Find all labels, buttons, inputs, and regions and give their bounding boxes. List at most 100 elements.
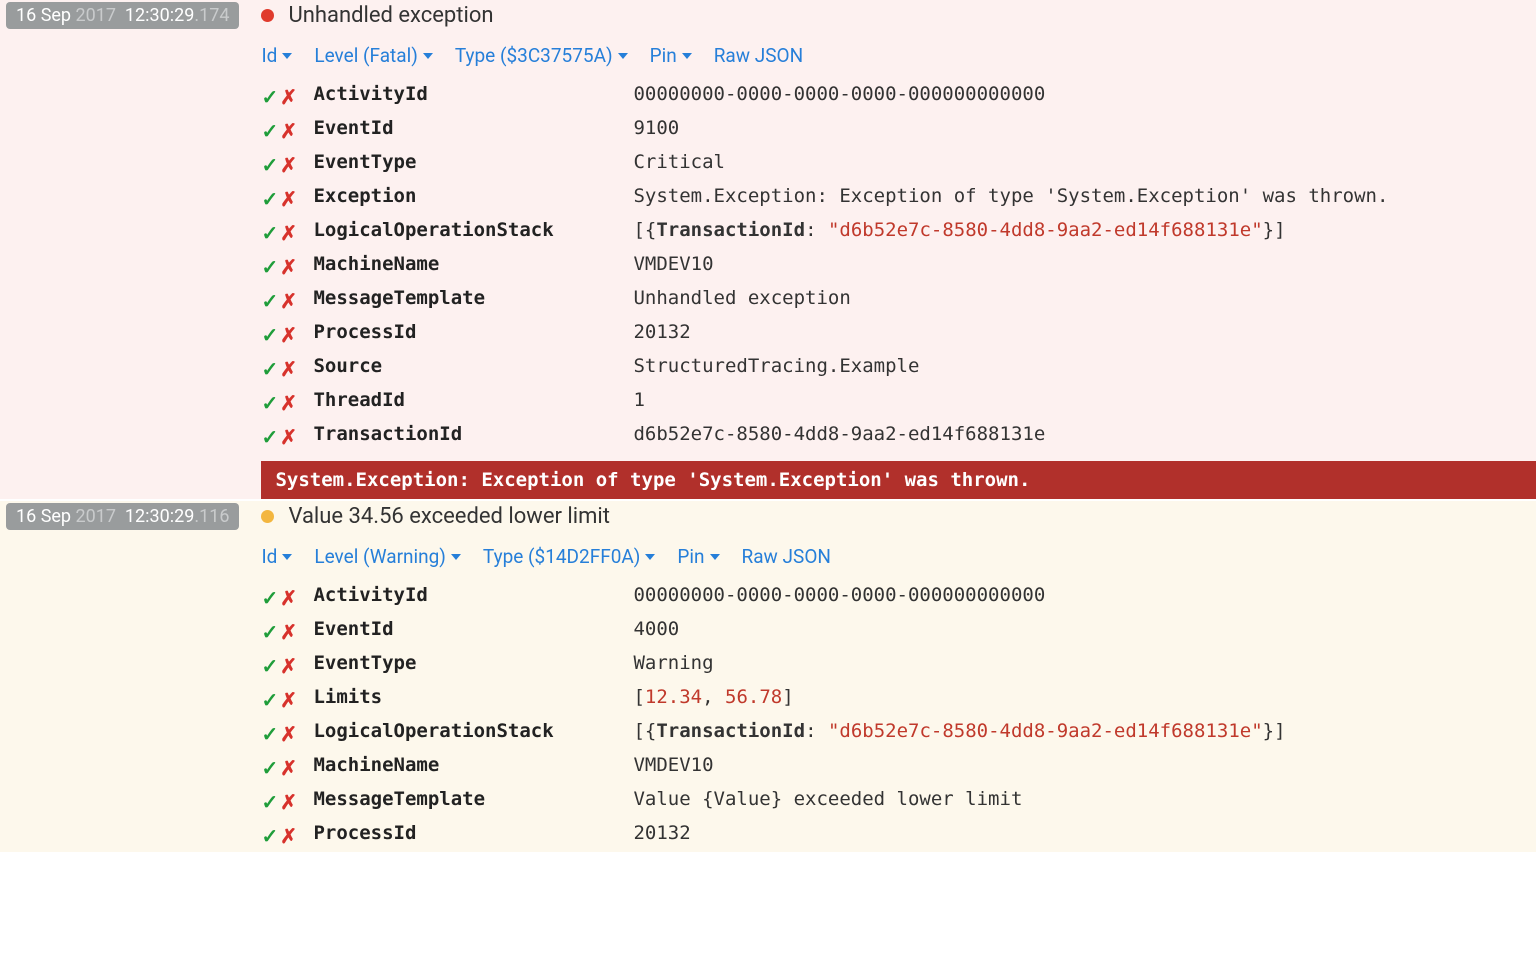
ts-day: 16 [16,506,36,527]
obj-key: TransactionId [656,219,805,241]
action-id-menu[interactable]: Id [261,545,292,568]
property-filter-icons: ✓✗ [261,720,313,746]
property-filter-icons: ✓✗ [261,151,313,177]
exclude-filter-icon[interactable]: ✗ [280,357,297,381]
property-row: ✓✗LogicalOperationStack[{TransactionId: … [261,215,1536,249]
exclude-filter-icon[interactable]: ✗ [280,119,297,143]
severity-dot-icon [261,510,274,523]
property-key: Limits [313,686,633,708]
include-filter-icon[interactable]: ✓ [261,756,278,780]
exclude-filter-icon[interactable]: ✗ [280,756,297,780]
include-filter-icon[interactable]: ✓ [261,654,278,678]
exclude-filter-icon[interactable]: ✗ [280,391,297,415]
exclude-filter-icon[interactable]: ✗ [280,722,297,746]
caret-down-icon [282,554,292,560]
property-filter-icons: ✓✗ [261,686,313,712]
log-event: 16 Sep 2017 12:30:29.116Value 34.56 exce… [0,501,1536,854]
property-key: Source [313,355,633,377]
property-row: ✓✗EventId9100 [261,113,1536,147]
exclude-filter-icon[interactable]: ✗ [280,425,297,449]
property-value: Critical [633,151,1536,173]
num-val: 56.78 [725,686,782,708]
property-key: MachineName [313,754,633,776]
property-value: StructuredTracing.Example [633,355,1536,377]
property-key: LogicalOperationStack [313,720,633,742]
property-value: 4000 [633,618,1536,640]
ts-month: Sep [41,5,71,26]
property-filter-icons: ✓✗ [261,287,313,313]
action-raw-json[interactable]: Raw JSON [714,44,803,67]
include-filter-icon[interactable]: ✓ [261,119,278,143]
property-filter-icons: ✓✗ [261,219,313,245]
action-level-menu[interactable]: Level (Fatal) [314,44,433,67]
exclude-filter-icon[interactable]: ✗ [280,790,297,814]
property-filter-icons: ✓✗ [261,822,313,848]
property-row: ✓✗MessageTemplateUnhandled exception [261,283,1536,317]
property-key: ProcessId [313,822,633,844]
include-filter-icon[interactable]: ✓ [261,824,278,848]
property-row: ✓✗EventTypeCritical [261,147,1536,181]
action-type-menu[interactable]: Type ($3C37575A) [455,44,628,67]
include-filter-icon[interactable]: ✓ [261,187,278,211]
property-key: ActivityId [313,584,633,606]
action-level-menu[interactable]: Level (Warning) [314,545,461,568]
event-title-line[interactable]: Unhandled exception [261,0,1536,36]
action-id-menu[interactable]: Id [261,44,292,67]
event-content: Value 34.56 exceeded lower limit Id Level … [239,501,1536,852]
include-filter-icon[interactable]: ✓ [261,620,278,644]
include-filter-icon[interactable]: ✓ [261,221,278,245]
exclude-filter-icon[interactable]: ✗ [280,289,297,313]
exclude-filter-icon[interactable]: ✗ [280,824,297,848]
property-value: 00000000-0000-0000-0000-000000000000 [633,584,1536,606]
exclude-filter-icon[interactable]: ✗ [280,323,297,347]
include-filter-icon[interactable]: ✓ [261,153,278,177]
ts-year: 2017 [76,5,116,26]
property-filter-icons: ✓✗ [261,754,313,780]
property-key: EventType [313,151,633,173]
exclude-filter-icon[interactable]: ✗ [280,654,297,678]
include-filter-icon[interactable]: ✓ [261,790,278,814]
exclude-filter-icon[interactable]: ✗ [280,586,297,610]
caret-down-icon [423,53,433,59]
property-key: TransactionId [313,423,633,445]
exclude-filter-icon[interactable]: ✗ [280,221,297,245]
exclude-filter-icon[interactable]: ✗ [280,187,297,211]
exclude-filter-icon[interactable]: ✗ [280,153,297,177]
include-filter-icon[interactable]: ✓ [261,357,278,381]
include-filter-icon[interactable]: ✓ [261,323,278,347]
include-filter-icon[interactable]: ✓ [261,586,278,610]
caret-down-icon [282,53,292,59]
include-filter-icon[interactable]: ✓ [261,688,278,712]
caret-down-icon [645,554,655,560]
num-val: 12.34 [645,686,702,708]
include-filter-icon[interactable]: ✓ [261,289,278,313]
obj-val: "d6b52e7c-8580-4dd8-9aa2-ed14f688131e" [828,219,1263,241]
ts-ms: .116 [194,506,229,527]
include-filter-icon[interactable]: ✓ [261,722,278,746]
property-key: EventId [313,117,633,139]
action-pin-menu[interactable]: Pin [677,545,719,568]
include-filter-icon[interactable]: ✓ [261,391,278,415]
exclude-filter-icon[interactable]: ✗ [280,85,297,109]
exclude-filter-icon[interactable]: ✗ [280,620,297,644]
log-event: 16 Sep 2017 12:30:29.174Unhandled except… [0,0,1536,501]
action-raw-json[interactable]: Raw JSON [742,545,831,568]
property-row: ✓✗ SourceStructuredTracing.Example [261,351,1536,385]
include-filter-icon[interactable]: ✓ [261,425,278,449]
exclude-filter-icon[interactable]: ✗ [280,688,297,712]
event-actions: Id Level (Warning) Type ($14D2FF0A) Pin Raw … [261,537,1536,580]
ts-ms: .174 [194,5,229,26]
exception-bar: System.Exception: Exception of type 'Sys… [261,461,1536,499]
property-filter-icons: ✓✗ [261,618,313,644]
include-filter-icon[interactable]: ✓ [261,85,278,109]
event-title-line[interactable]: Value 34.56 exceeded lower limit [261,501,1536,537]
action-type-menu[interactable]: Type ($14D2FF0A) [483,545,656,568]
exclude-filter-icon[interactable]: ✗ [280,255,297,279]
include-filter-icon[interactable]: ✓ [261,255,278,279]
property-row: ✓✗EventId4000 [261,614,1536,648]
severity-dot-icon [261,9,274,22]
property-row: ✓✗ActivityId00000000-0000-0000-0000-0000… [261,79,1536,113]
action-pin-menu[interactable]: Pin [650,44,692,67]
ts-year: 2017 [76,506,116,527]
property-key: EventType [313,652,633,674]
